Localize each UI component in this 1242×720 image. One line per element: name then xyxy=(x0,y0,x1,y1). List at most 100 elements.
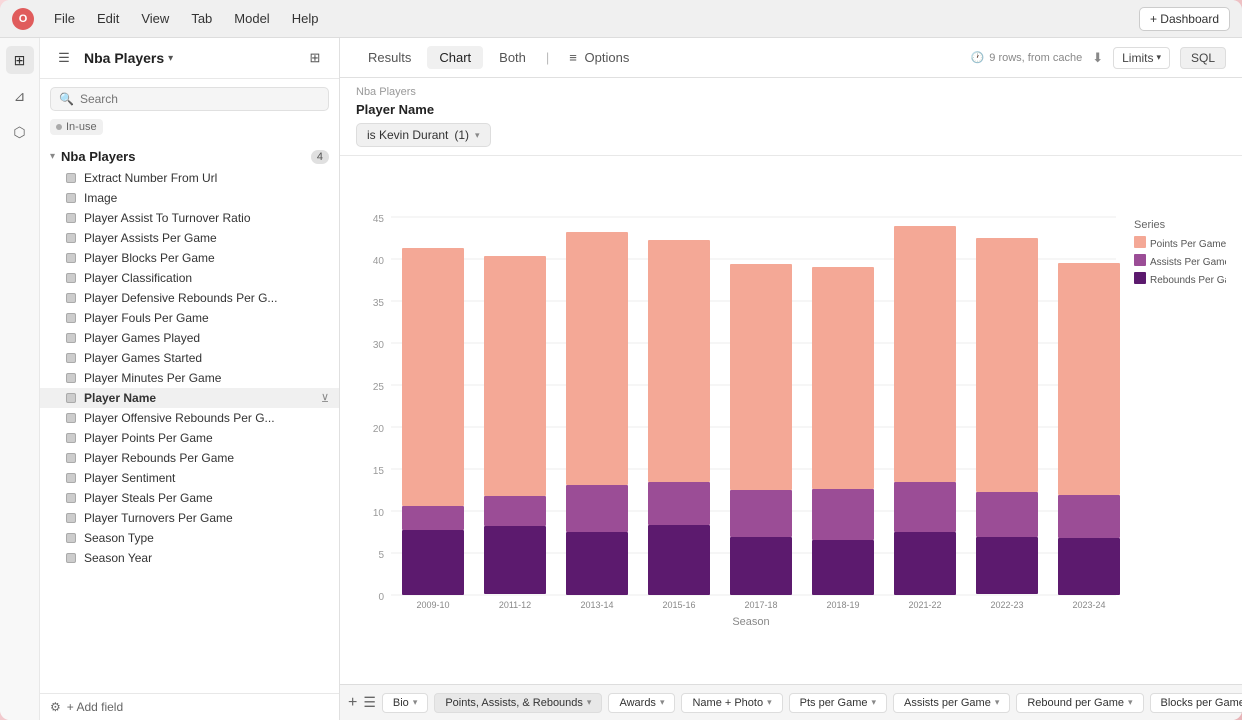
tab-rebound-per-game[interactable]: Rebound per Game ▾ xyxy=(1016,693,1143,713)
field-item-assist-turnover[interactable]: Player Assist To Turnover Ratio xyxy=(40,208,339,228)
tag-icon[interactable]: ⬡ xyxy=(6,118,34,146)
bar-group-4[interactable]: 2017-18 xyxy=(730,264,792,610)
tab-bio[interactable]: Bio ▾ xyxy=(382,693,428,713)
tab-rebound-label: Rebound per Game xyxy=(1027,697,1124,709)
tab-chart[interactable]: Chart xyxy=(427,46,483,69)
cache-text: 9 rows, from cache xyxy=(989,52,1082,64)
svg-text:5: 5 xyxy=(378,550,384,561)
field-name: Player Points Per Game xyxy=(84,431,329,445)
menu-tab[interactable]: Tab xyxy=(187,9,216,28)
bar-group-7[interactable]: 2022-23 xyxy=(976,238,1038,610)
field-item-season-year[interactable]: Season Year xyxy=(40,548,339,568)
tab-name-photo[interactable]: Name + Photo ▾ xyxy=(681,693,782,713)
sidebar-toggle-icon[interactable]: ☰ xyxy=(52,46,76,70)
bar-group-6[interactable]: 2021-22 xyxy=(894,226,956,610)
menu-bar: O File Edit View Tab Model Help + Dashbo… xyxy=(0,0,1242,38)
field-group-header[interactable]: ▾ Nba Players 4 xyxy=(40,145,339,168)
add-tab-button[interactable]: + xyxy=(348,692,357,714)
field-item-steals[interactable]: Player Steals Per Game xyxy=(40,488,339,508)
field-item-season-type[interactable]: Season Type xyxy=(40,528,339,548)
field-name: Player Assists Per Game xyxy=(84,231,329,245)
tab-awards-label: Awards xyxy=(619,697,655,709)
menu-view[interactable]: View xyxy=(137,9,173,28)
tab-pts-per-game[interactable]: Pts per Game ▾ xyxy=(789,693,887,713)
field-item-off-rebounds[interactable]: Player Offensive Rebounds Per G... xyxy=(40,408,339,428)
tab-points-assists-rebounds[interactable]: Points, Assists, & Rebounds ▾ xyxy=(434,693,602,713)
bar-group-8[interactable]: 2023-24 xyxy=(1058,263,1120,610)
chart-wrapper: 0 5 10 15 20 25 xyxy=(356,172,1226,668)
field-item-points[interactable]: Player Points Per Game xyxy=(40,428,339,448)
field-item-assists-per-game[interactable]: Player Assists Per Game xyxy=(40,228,339,248)
tab-blocks-per-game[interactable]: Blocks per Game ▾ xyxy=(1150,693,1242,713)
layers-icon[interactable]: ⊿ xyxy=(6,82,34,110)
svg-text:10: 10 xyxy=(373,508,385,519)
add-dashboard-button[interactable]: + Dashboard xyxy=(1139,7,1230,31)
tab-awards[interactable]: Awards ▾ xyxy=(608,693,675,713)
field-item-blocks[interactable]: Player Blocks Per Game xyxy=(40,248,339,268)
filter-bar: Nba Players Player Name is Kevin Durant … xyxy=(340,78,1242,156)
field-name: Player Defensive Rebounds Per G... xyxy=(84,291,329,305)
field-item-turnovers[interactable]: Player Turnovers Per Game xyxy=(40,508,339,528)
bar-group-5[interactable]: 2018-19 xyxy=(812,267,874,610)
field-type-icon xyxy=(66,293,76,303)
svg-text:Series: Series xyxy=(1134,219,1166,231)
clock-icon: 🕐 xyxy=(971,51,985,64)
menu-edit[interactable]: Edit xyxy=(93,9,123,28)
settings-icon[interactable]: ⚙ xyxy=(50,700,61,714)
field-item-extract-number[interactable]: Extract Number From Url xyxy=(40,168,339,188)
in-use-dot xyxy=(56,124,62,130)
field-name: Player Blocks Per Game xyxy=(84,251,329,265)
field-item-rebounds[interactable]: Player Rebounds Per Game xyxy=(40,448,339,468)
tab-assists-chevron: ▾ xyxy=(995,697,1000,708)
cache-info: 🕐 9 rows, from cache xyxy=(971,51,1083,64)
download-icon[interactable]: ⬇ xyxy=(1092,50,1103,66)
menu-items: File Edit View Tab Model Help xyxy=(50,9,322,28)
bar-group-0[interactable]: 2009-10 xyxy=(402,248,464,610)
svg-text:2021-22: 2021-22 xyxy=(908,600,941,610)
menu-file[interactable]: File xyxy=(50,9,79,28)
options-button[interactable]: ≡ Options xyxy=(557,46,641,69)
field-item-player-name[interactable]: Player Name ⊻ xyxy=(40,388,339,408)
svg-text:Assists Per Game: Assists Per Game xyxy=(1150,257,1226,268)
filter-chip[interactable]: is Kevin Durant (1) ▾ xyxy=(356,123,491,147)
tab-assists-per-game[interactable]: Assists per Game ▾ xyxy=(893,693,1010,713)
menu-help[interactable]: Help xyxy=(288,9,323,28)
limits-button[interactable]: Limits ▾ xyxy=(1113,47,1170,69)
tab-results[interactable]: Results xyxy=(356,46,423,69)
field-item-def-rebounds[interactable]: Player Defensive Rebounds Per G... xyxy=(40,288,339,308)
filter-breadcrumb: Nba Players xyxy=(356,86,1226,98)
field-item-image[interactable]: Image xyxy=(40,188,339,208)
field-name: Player Name xyxy=(84,391,313,405)
field-item-classification[interactable]: Player Classification xyxy=(40,268,339,288)
add-field-button[interactable]: + Add field xyxy=(67,700,123,714)
svg-text:2017-18: 2017-18 xyxy=(744,600,777,610)
field-item-games-started[interactable]: Player Games Started xyxy=(40,348,339,368)
field-item-minutes[interactable]: Player Minutes Per Game xyxy=(40,368,339,388)
sidebar-settings-icon[interactable]: ⊞ xyxy=(303,46,327,70)
tab-both[interactable]: Both xyxy=(487,46,538,69)
field-item-fouls[interactable]: Player Fouls Per Game xyxy=(40,308,339,328)
bar-group-2[interactable]: 2013-14 xyxy=(566,232,628,610)
bar-group-1[interactable]: 2011-12 xyxy=(484,256,546,610)
sidebar-title-area: Nba Players xyxy=(84,50,295,66)
tab-rebound-chevron: ▾ xyxy=(1128,697,1133,708)
bar-group-3[interactable]: 2015-16 xyxy=(648,240,710,610)
sidebar-dropdown-icon[interactable] xyxy=(168,53,173,64)
grid-icon[interactable]: ⊞ xyxy=(6,46,34,74)
filter-count: (1) xyxy=(454,128,469,142)
bottom-tabs: + ☰ Bio ▾ Points, Assists, & Rebounds ▾ … xyxy=(340,684,1242,720)
tab-name-photo-label: Name + Photo xyxy=(692,697,763,709)
field-name: Player Sentiment xyxy=(84,471,329,485)
field-name: Player Assist To Turnover Ratio xyxy=(84,211,329,225)
field-item-games-played[interactable]: Player Games Played xyxy=(40,328,339,348)
tab-bio-label: Bio xyxy=(393,697,409,709)
field-type-icon xyxy=(66,553,76,563)
field-type-icon xyxy=(66,273,76,283)
tab-list-icon[interactable]: ☰ xyxy=(363,692,376,714)
menu-model[interactable]: Model xyxy=(230,9,273,28)
sidebar-title: Nba Players xyxy=(84,50,164,66)
in-use-badge[interactable]: In-use xyxy=(50,119,103,135)
search-input[interactable] xyxy=(80,92,320,106)
field-item-sentiment[interactable]: Player Sentiment xyxy=(40,468,339,488)
sql-button[interactable]: SQL xyxy=(1180,47,1226,69)
